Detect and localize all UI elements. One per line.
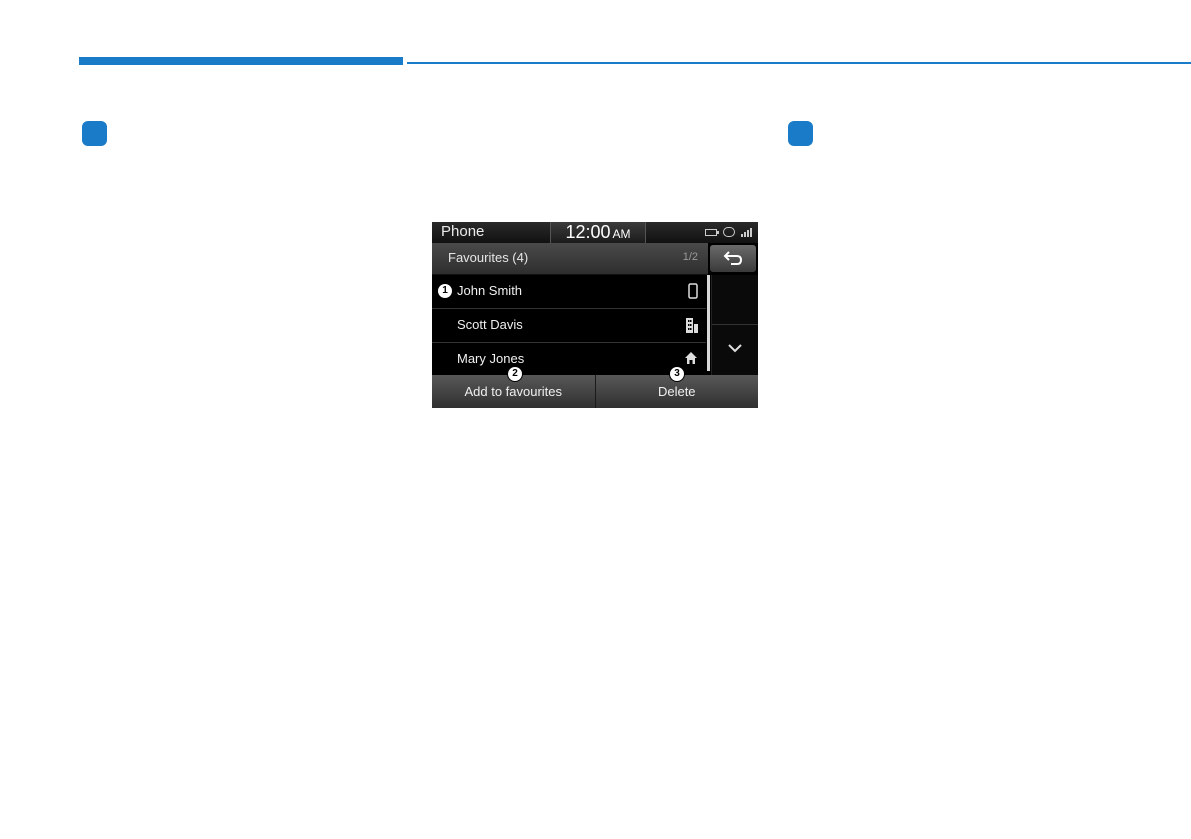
callout-badge-add: 2 xyxy=(507,366,523,382)
chevron-down-icon xyxy=(728,344,742,353)
head-unit-screen: Phone 12:00 AM Favourites (4) 1/2 1 John … xyxy=(432,222,758,408)
mobile-phone-icon xyxy=(688,283,698,299)
app-title: Phone xyxy=(441,223,485,240)
favourites-list: 1 John Smith Scott Davis Mary Jones xyxy=(432,275,706,377)
contact-name: John Smith xyxy=(457,283,523,298)
clock-time: 12:00 xyxy=(565,222,611,242)
back-arrow-icon xyxy=(723,251,743,265)
callout-badge: 1 xyxy=(438,284,452,298)
section-marker-right xyxy=(788,121,813,146)
office-phone-icon xyxy=(686,318,698,333)
list-header: Favourites (4) 1/2 xyxy=(432,243,708,275)
back-button[interactable] xyxy=(710,245,756,272)
contact-name: Scott Davis xyxy=(457,317,523,332)
clock-ampm: AM xyxy=(612,227,631,241)
list-item[interactable]: Mary Jones xyxy=(432,343,706,377)
scroll-down-button[interactable] xyxy=(712,325,758,375)
bottom-toolbar: Add to favourites Delete xyxy=(432,375,758,408)
contact-name: Mary Jones xyxy=(457,351,525,366)
callout-badge-delete: 3 xyxy=(669,366,685,382)
section-header-bar xyxy=(79,57,403,65)
clock: 12:00 AM xyxy=(550,222,646,243)
home-phone-icon xyxy=(685,352,697,364)
bluetooth-icon xyxy=(723,227,735,237)
scroll-up-button[interactable] xyxy=(712,275,758,325)
list-title: Favourites (4) xyxy=(448,250,529,265)
battery-icon xyxy=(705,228,719,236)
status-icons xyxy=(705,227,752,237)
status-bar: Phone 12:00 AM xyxy=(432,222,758,243)
section-header-line xyxy=(407,62,1191,64)
scroll-panel xyxy=(711,275,758,375)
list-item[interactable]: Scott Davis xyxy=(432,309,706,343)
page-indicator: 1/2 xyxy=(682,251,698,263)
section-marker-left xyxy=(82,121,107,146)
list-item[interactable]: 1 John Smith xyxy=(432,275,706,309)
scrollbar[interactable] xyxy=(707,275,710,371)
signal-icon xyxy=(741,227,752,237)
